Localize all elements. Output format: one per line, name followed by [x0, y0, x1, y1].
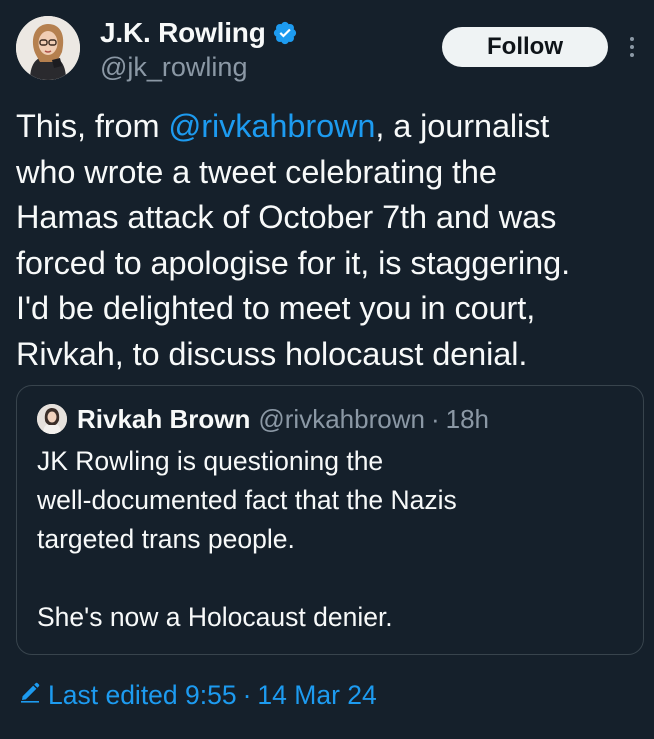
quoted-author-avatar: [37, 404, 67, 434]
author-name-row: J.K. Rowling: [100, 14, 298, 52]
quoted-author-name: Rivkah Brown: [77, 404, 251, 434]
quoted-line: well-documented fact that the Nazis: [37, 485, 457, 515]
separator-dot: ·: [242, 680, 252, 710]
tweet-line: This, from @rivkahbrown, a journalist: [16, 108, 550, 144]
quoted-line: [37, 559, 627, 598]
tweet-line: Hamas attack of October 7th and was: [16, 199, 557, 235]
separator-dot: ·: [430, 404, 440, 434]
author-display-name[interactable]: J.K. Rowling: [100, 17, 266, 49]
last-edited-label: Last edited 9:55: [48, 680, 237, 710]
last-edited-link[interactable]: Last edited 9:55 · 14 Mar 24: [18, 680, 377, 711]
tweet-line: Rivkah, to discuss holocaust denial.: [16, 335, 528, 372]
tweet-body: This, from @rivkahbrown, a journalist wh…: [16, 104, 646, 377]
verified-badge-icon: [272, 20, 298, 46]
pencil-icon: [18, 680, 48, 711]
tweet-card: J.K. Rowling @jk_rowling Follow This, fr…: [0, 0, 654, 739]
author-handle[interactable]: @jk_rowling: [100, 52, 247, 83]
quoted-line: targeted trans people.: [37, 524, 295, 554]
quoted-tweet[interactable]: Rivkah Brown @rivkahbrown · 18h JK Rowli…: [16, 385, 644, 655]
quoted-line: She's now a Holocaust denier.: [37, 602, 393, 632]
tweet-line: forced to apologise for it, is staggerin…: [16, 244, 571, 281]
tweet-line: I'd be delighted to meet you in court,: [16, 290, 536, 326]
quoted-tweet-body: JK Rowling is questioning the well-docum…: [37, 442, 627, 637]
last-edited-date: 14 Mar 24: [257, 680, 377, 710]
mention-link[interactable]: @rivkahbrown: [168, 108, 375, 144]
quoted-author-handle: @rivkahbrown: [258, 404, 425, 434]
quoted-tweet-time: 18h: [445, 404, 489, 434]
more-vertical-icon[interactable]: [622, 30, 642, 64]
quoted-tweet-header: Rivkah Brown @rivkahbrown · 18h: [77, 400, 489, 438]
author-avatar[interactable]: [16, 16, 80, 80]
quoted-line: JK Rowling is questioning the: [37, 446, 384, 476]
follow-button[interactable]: Follow: [442, 27, 608, 67]
tweet-line: who wrote a tweet celebrating the: [16, 153, 497, 190]
